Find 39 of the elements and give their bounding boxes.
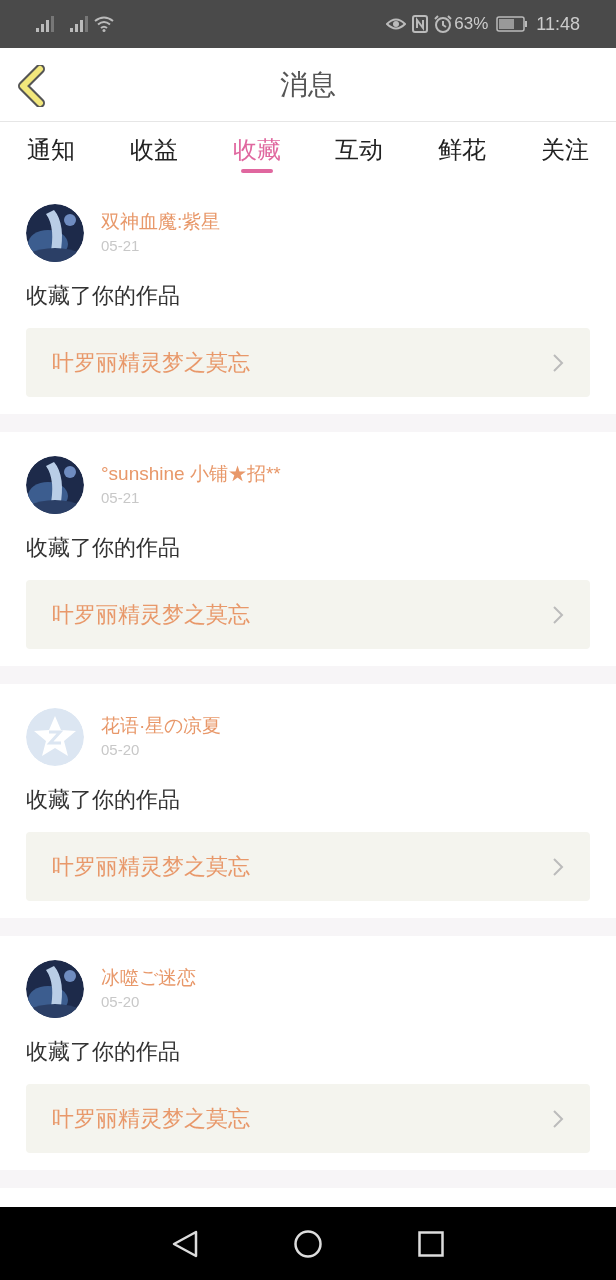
- chevron-right-icon: [552, 604, 564, 625]
- page-title: 消息: [280, 67, 336, 102]
- tab[interactable]: 通知: [0, 122, 103, 180]
- recents-nav-icon[interactable]: [418, 1230, 444, 1257]
- tab[interactable]: 关注: [513, 122, 616, 180]
- back-button[interactable]: [16, 64, 48, 108]
- message-text: 收藏了你的作品: [26, 534, 181, 562]
- tab-underline: [240, 169, 273, 173]
- tab[interactable]: 鲜花: [410, 122, 514, 180]
- clock-time: 11:48: [536, 12, 580, 36]
- work-link[interactable]: 叶罗丽精灵梦之莫忘: [26, 832, 590, 901]
- tab[interactable]: 互动: [308, 122, 411, 180]
- user-name[interactable]: °sunshine 小铺★招**: [101, 462, 281, 486]
- back-chevron-icon: [16, 65, 46, 107]
- home-nav-icon[interactable]: [294, 1229, 322, 1258]
- alarm-icon: [434, 15, 453, 33]
- tab[interactable]: 收益: [102, 122, 206, 180]
- battery-percent: 63%: [454, 13, 489, 36]
- work-link[interactable]: 叶罗丽精灵梦之莫忘: [26, 580, 590, 649]
- wifi-icon: [94, 16, 114, 32]
- user-name[interactable]: 双神血魔:紫星: [101, 210, 221, 234]
- tab[interactable]: 收藏: [205, 122, 308, 180]
- work-link[interactable]: 叶罗丽精灵梦之莫忘: [26, 1084, 590, 1153]
- chevron-right-icon: [552, 352, 564, 373]
- user-name[interactable]: 冰噬ご迷恋: [101, 966, 196, 990]
- chevron-right-icon: [552, 856, 564, 877]
- user-name[interactable]: 花语·星の凉夏: [101, 714, 222, 738]
- nfc-icon: [412, 15, 429, 33]
- back-nav-icon[interactable]: [172, 1229, 198, 1258]
- chevron-right-icon: [552, 1108, 564, 1129]
- battery-icon: [496, 16, 529, 32]
- message-text: 收藏了你的作品: [26, 282, 181, 310]
- work-link[interactable]: 叶罗丽精灵梦之莫忘: [26, 328, 590, 397]
- message-text: 收藏了你的作品: [26, 786, 181, 814]
- message-text: 收藏了你的作品: [26, 1038, 181, 1066]
- signal-icon: [70, 16, 90, 32]
- default-avatar-icon: [26, 708, 84, 766]
- eye-icon: [386, 17, 407, 31]
- signal-icon: [36, 16, 56, 32]
